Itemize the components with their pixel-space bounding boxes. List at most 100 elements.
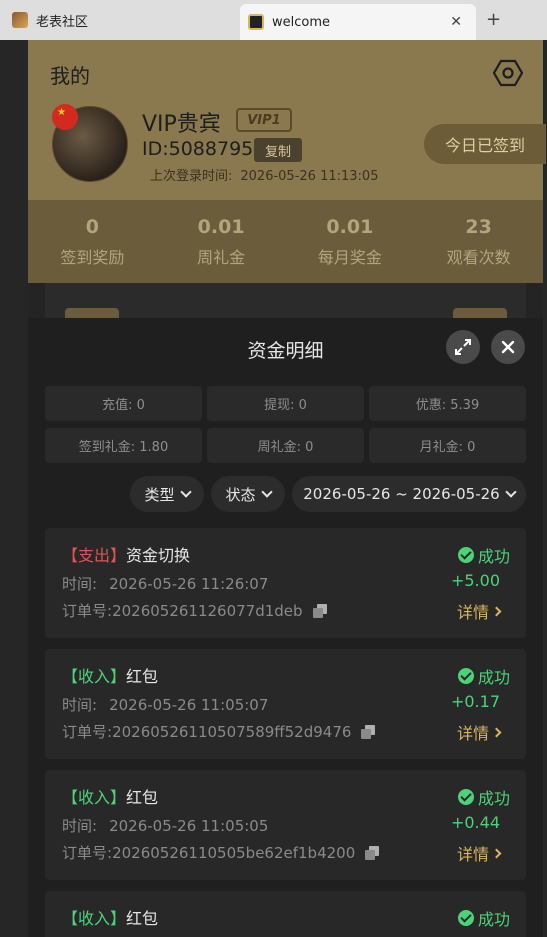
tab-title: welcome — [272, 14, 331, 30]
check-circle-icon — [457, 910, 474, 926]
expand-button[interactable] — [446, 330, 480, 364]
status-text: 成功 — [477, 910, 510, 929]
background-chip — [65, 308, 119, 318]
order-number: 20260526110505be62ef1b4200 — [112, 843, 356, 862]
record-title: 【收入】红包 — [62, 663, 158, 687]
last-login-time: 2026-05-26 11:13:05 — [240, 169, 379, 184]
record-title: 【收入】红包 — [62, 905, 158, 929]
record-name: 红包 — [126, 909, 159, 928]
time-value: 2026-05-26 11:05:05 — [109, 817, 269, 835]
filter-label: 2026-05-26 ~ 2026-05-26 — [303, 485, 500, 503]
fund-details-sheet: 资金明细 充值: 0 提现: 0 优惠: 5.39 签到礼金: 1.80 周礼金… — [28, 318, 543, 937]
time-label: 时间: — [62, 696, 98, 714]
page-title: 我的 — [50, 64, 90, 88]
close-button[interactable] — [491, 330, 525, 364]
page-gutter-left — [0, 40, 28, 937]
copy-icon[interactable] — [312, 603, 327, 618]
record-type-tag: 【收入】 — [62, 667, 127, 686]
time-label: 时间: — [62, 817, 98, 835]
filter-label: 状态 — [225, 485, 256, 504]
page-gutter-right — [543, 40, 547, 937]
record-name: 红包 — [126, 788, 159, 807]
status-text: 成功 — [477, 668, 510, 687]
status-filter-dropdown[interactable]: 状态 — [211, 476, 285, 512]
details-link[interactable]: 详情 — [456, 599, 502, 623]
order-label: 订单号: — [62, 602, 113, 620]
check-circle-icon — [457, 789, 474, 805]
record-time: 时间: 2026-05-26 11:05:05 — [62, 815, 268, 836]
site-favicon-icon — [248, 14, 264, 30]
record-amount: +5.00 — [450, 571, 500, 590]
stat-label: 周礼金 — [197, 248, 246, 267]
close-icon — [501, 340, 515, 354]
stat-weekly-gift[interactable]: 0.01 周礼金 — [157, 200, 286, 283]
tab-title: 老表社区 — [36, 14, 89, 30]
order-label: 订单号: — [62, 723, 113, 741]
record-time: 时间: 2026-05-26 11:05:07 — [62, 694, 268, 715]
stats-bar: 0 签到奖励 0.01 周礼金 0.01 每月奖金 23 观看次数 — [28, 200, 543, 283]
status-badge: 成功 — [457, 543, 510, 567]
filter-label: 类型 — [144, 485, 175, 504]
background-chip — [453, 308, 507, 318]
type-filter-dropdown[interactable]: 类型 — [130, 476, 204, 512]
record-amount: +0.44 — [450, 813, 500, 832]
signed-in-button[interactable]: 今日已签到 — [424, 124, 546, 164]
record-type-tag: 【收入】 — [62, 788, 127, 807]
chevron-right-icon — [491, 727, 502, 737]
details-link[interactable]: 详情 — [456, 841, 502, 865]
browser-tab-laobiao[interactable]: 老表社区 — [0, 0, 240, 40]
stat-signin-reward[interactable]: 0 签到奖励 — [28, 200, 157, 283]
browser-tab-welcome[interactable]: welcome ✕ — [240, 4, 476, 40]
chevron-right-icon — [491, 606, 502, 616]
check-circle-icon — [457, 547, 474, 563]
summary-signin-gift: 签到礼金: 1.80 — [45, 428, 202, 463]
summary-monthly-gift: 月礼金: 0 — [369, 428, 526, 463]
transaction-record[interactable]: 【收入】红包 时间: 2026-05-26 11:05:07 订单号: 202605… — [45, 649, 526, 759]
record-type-tag: 【收入】 — [62, 909, 127, 928]
chevron-down-icon — [505, 485, 517, 498]
details-label: 详情 — [456, 603, 489, 622]
time-value: 2026-05-26 11:05:07 — [109, 696, 269, 714]
transaction-record[interactable]: 【收入】红包 成功 — [45, 891, 526, 937]
record-order: 订单号: 202605261126077d1deb — [62, 600, 327, 621]
order-number: 202605261126077d1deb — [112, 601, 303, 620]
profile-header: 我的 ★ VIP贵宾 VIP1 ID:5088795 复制 上次登录时间: 202… — [28, 40, 546, 200]
copy-id-button[interactable]: 复制 — [254, 138, 302, 162]
details-label: 详情 — [456, 845, 489, 864]
record-title: 【支出】资金切换 — [62, 542, 190, 566]
stat-label: 观看次数 — [446, 248, 511, 267]
status-text: 成功 — [477, 547, 510, 566]
record-name: 红包 — [126, 667, 159, 686]
close-tab-icon[interactable]: ✕ — [450, 14, 462, 30]
order-number: 20260526110507589ff52d9476 — [112, 722, 352, 741]
stat-view-count[interactable]: 23 观看次数 — [414, 200, 543, 283]
stat-value: 0.01 — [326, 216, 374, 238]
record-order: 订单号: 20260526110505be62ef1b4200 — [62, 842, 380, 863]
status-badge: 成功 — [457, 785, 510, 809]
details-link[interactable]: 详情 — [457, 720, 502, 744]
record-time: 时间: 2026-05-26 11:26:07 — [62, 573, 268, 594]
transaction-record[interactable]: 【支出】资金切换 时间: 2026-05-26 11:26:07 订单号: 2026… — [45, 528, 526, 638]
copy-icon[interactable] — [365, 845, 380, 860]
chevron-down-icon — [260, 485, 273, 498]
expand-icon — [455, 339, 471, 355]
chevron-down-icon — [179, 485, 192, 498]
summary-withdraw: 提现: 0 — [207, 386, 364, 421]
new-tab-button[interactable]: + — [486, 9, 501, 30]
date-range-filter[interactable]: 2026-05-26 ~ 2026-05-26 — [292, 476, 526, 512]
order-label: 订单号: — [62, 844, 113, 862]
chevron-right-icon — [491, 848, 502, 858]
last-login: 上次登录时间: 2026-05-26 11:13:05 — [142, 165, 378, 184]
summary-weekly-gift: 周礼金: 0 — [207, 428, 364, 463]
summary-recharge: 充值: 0 — [45, 386, 202, 421]
transaction-record[interactable]: 【收入】红包 时间: 2026-05-26 11:05:05 订单号: 202605… — [45, 770, 526, 880]
stat-monthly-bonus[interactable]: 0.01 每月奖金 — [286, 200, 415, 283]
stat-label: 每月奖金 — [317, 248, 382, 267]
stat-value: 23 — [465, 216, 492, 238]
copy-icon[interactable] — [361, 724, 376, 739]
record-amount: +0.17 — [450, 692, 500, 711]
status-badge: 成功 — [457, 906, 510, 930]
record-type-tag: 【支出】 — [62, 546, 127, 565]
settings-icon[interactable] — [493, 58, 523, 88]
time-value: 2026-05-26 11:26:07 — [109, 575, 269, 593]
